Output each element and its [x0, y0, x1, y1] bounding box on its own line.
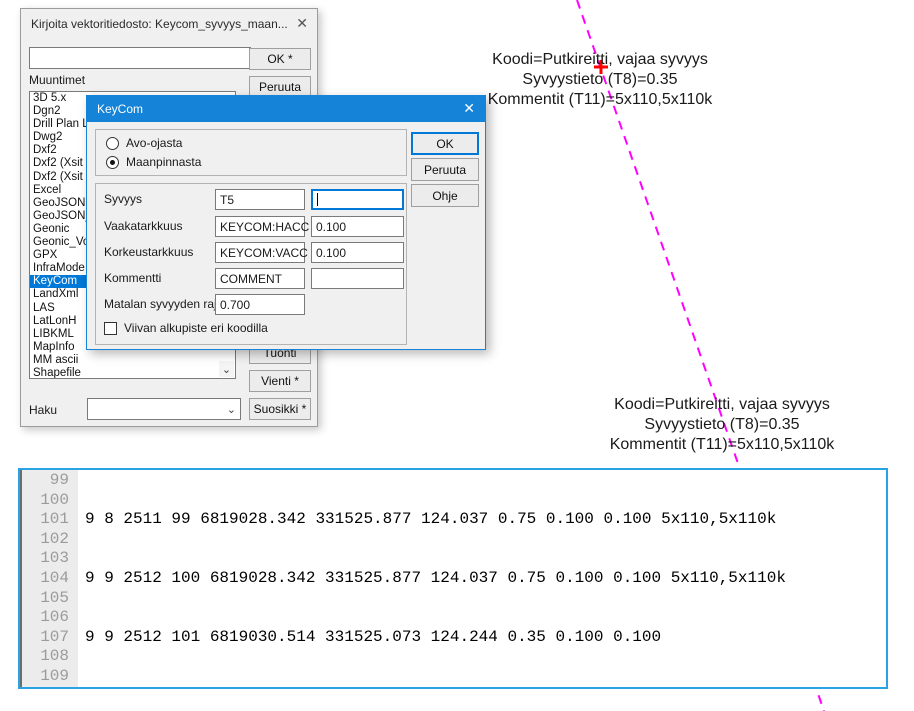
close-icon[interactable]: ✕ [463, 100, 475, 116]
shallow-limit-label: Matalan syvyyden raja [104, 294, 223, 315]
line-number: 107 [22, 628, 69, 648]
radio-selected-icon [106, 156, 119, 169]
keycom-cancel-button[interactable]: Peruuta [411, 158, 479, 181]
dialog-title: Kirjoita vektoritiedosto: Keycom_syvyys_… [31, 17, 288, 31]
keycom-help-button[interactable]: Ohje [411, 184, 479, 207]
keycom-dialog: KeyCom ✕ Avo-ojasta Maanpinnasta OK Peru… [86, 95, 486, 350]
converters-label: Muuntimet [29, 73, 85, 87]
hacc-value-input[interactable]: 0.100 [311, 216, 404, 237]
fields-group: Syvyys T5 Vaakatarkkuus KEYCOM:HACC 0.10… [95, 183, 407, 345]
filename-input[interactable] [29, 47, 251, 69]
comment-code-input[interactable]: COMMENT [215, 268, 305, 289]
chevron-down-icon: ⌄ [222, 363, 231, 376]
line-number: 109 [22, 667, 69, 687]
scroll-down-arrow[interactable]: ⌄ [219, 361, 234, 377]
data-line: 9 8 2511 99 6819028.342 331525.877 124.0… [85, 510, 796, 530]
checkbox-icon [104, 322, 117, 335]
depth-code-input[interactable]: T5 [215, 189, 305, 210]
hacc-label: Vaakatarkkuus [104, 216, 183, 237]
source-radio-group: Avo-ojasta Maanpinnasta [95, 129, 407, 176]
ok-button[interactable]: OK * [249, 48, 311, 70]
annotation-line: Koodi=Putkireitti, vajaa syvyys [450, 50, 750, 70]
annotation-line: Syvyystieto (T8)=0.35 [570, 415, 874, 435]
line-number: 105 [22, 589, 69, 609]
radio-label: Maanpinnasta [126, 155, 201, 169]
vacc-value-input[interactable]: 0.100 [311, 242, 404, 263]
text-caret [317, 193, 318, 206]
data-line: 9 9 2512 101 6819030.514 331525.073 124.… [85, 628, 796, 648]
data-lines: 9 8 2511 99 6819028.342 331525.877 124.0… [78, 470, 796, 687]
shallow-limit-input[interactable]: 0.700 [215, 294, 305, 315]
hacc-code-input[interactable]: KEYCOM:HACC [215, 216, 305, 237]
close-icon[interactable]: ✕ [296, 15, 308, 31]
keycom-title: KeyCom [97, 102, 143, 116]
search-combobox[interactable]: ⌄ [87, 398, 241, 420]
map-annotation-upper: Koodi=Putkireitti, vajaa syvyys Syvyysti… [450, 50, 750, 110]
line-number: 99 [22, 471, 69, 491]
favorite-button[interactable]: Suosikki * [249, 398, 311, 420]
line-number-gutter: 99 100 101 102 103 104 105 106 107 108 1… [20, 470, 78, 687]
line-number: 104 [22, 569, 69, 589]
line-start-code-checkbox-row[interactable]: Viivan alkupiste eri koodilla [104, 321, 268, 335]
line-number: 103 [22, 549, 69, 569]
vacc-label: Korkeustarkkuus [104, 242, 193, 263]
export-button[interactable]: Vienti * [249, 370, 311, 392]
depth-value-input[interactable] [311, 189, 404, 210]
radio-icon [106, 137, 119, 150]
line-number: 106 [22, 608, 69, 628]
chevron-down-icon: ⌄ [227, 403, 236, 416]
radio-maanpinnasta[interactable]: Maanpinnasta [106, 155, 406, 169]
data-line: 9 9 2512 100 6819028.342 331525.877 124.… [85, 569, 796, 589]
line-number: 101 [22, 510, 69, 530]
checkbox-label: Viivan alkupiste eri koodilla [124, 321, 268, 335]
line-number: 100 [22, 491, 69, 511]
keycom-titlebar: KeyCom [87, 96, 485, 122]
annotation-line: Syvyystieto (T8)=0.35 [450, 70, 750, 90]
line-number: 108 [22, 647, 69, 667]
depth-label: Syvyys [104, 189, 142, 210]
keycom-ok-button[interactable]: OK [411, 132, 479, 155]
radio-label: Avo-ojasta [126, 136, 182, 150]
comment-label: Kommentti [104, 268, 161, 289]
keycom-output-text-panel[interactable]: 99 100 101 102 103 104 105 106 107 108 1… [18, 468, 888, 689]
vacc-code-input[interactable]: KEYCOM:VACC [215, 242, 305, 263]
annotation-line: Kommentit (T11)=5x110,5x110k [570, 435, 874, 455]
radio-avo-ojasta[interactable]: Avo-ojasta [106, 136, 406, 150]
comment-value-input[interactable] [311, 268, 404, 289]
annotation-line: Kommentit (T11)=5x110,5x110k [450, 90, 750, 110]
line-number: 102 [22, 530, 69, 550]
converter-item[interactable]: Shapefile [30, 367, 235, 379]
annotation-line: Koodi=Putkireitti, vajaa syvyys [570, 395, 874, 415]
converter-item[interactable]: MM ascii [30, 354, 235, 367]
data-line: 9 9 2512 102 6819033.349 331524.032 124.… [85, 687, 796, 689]
search-label: Haku [29, 403, 57, 417]
map-annotation-lower: Koodi=Putkireitti, vajaa syvyys Syvyysti… [570, 395, 874, 455]
